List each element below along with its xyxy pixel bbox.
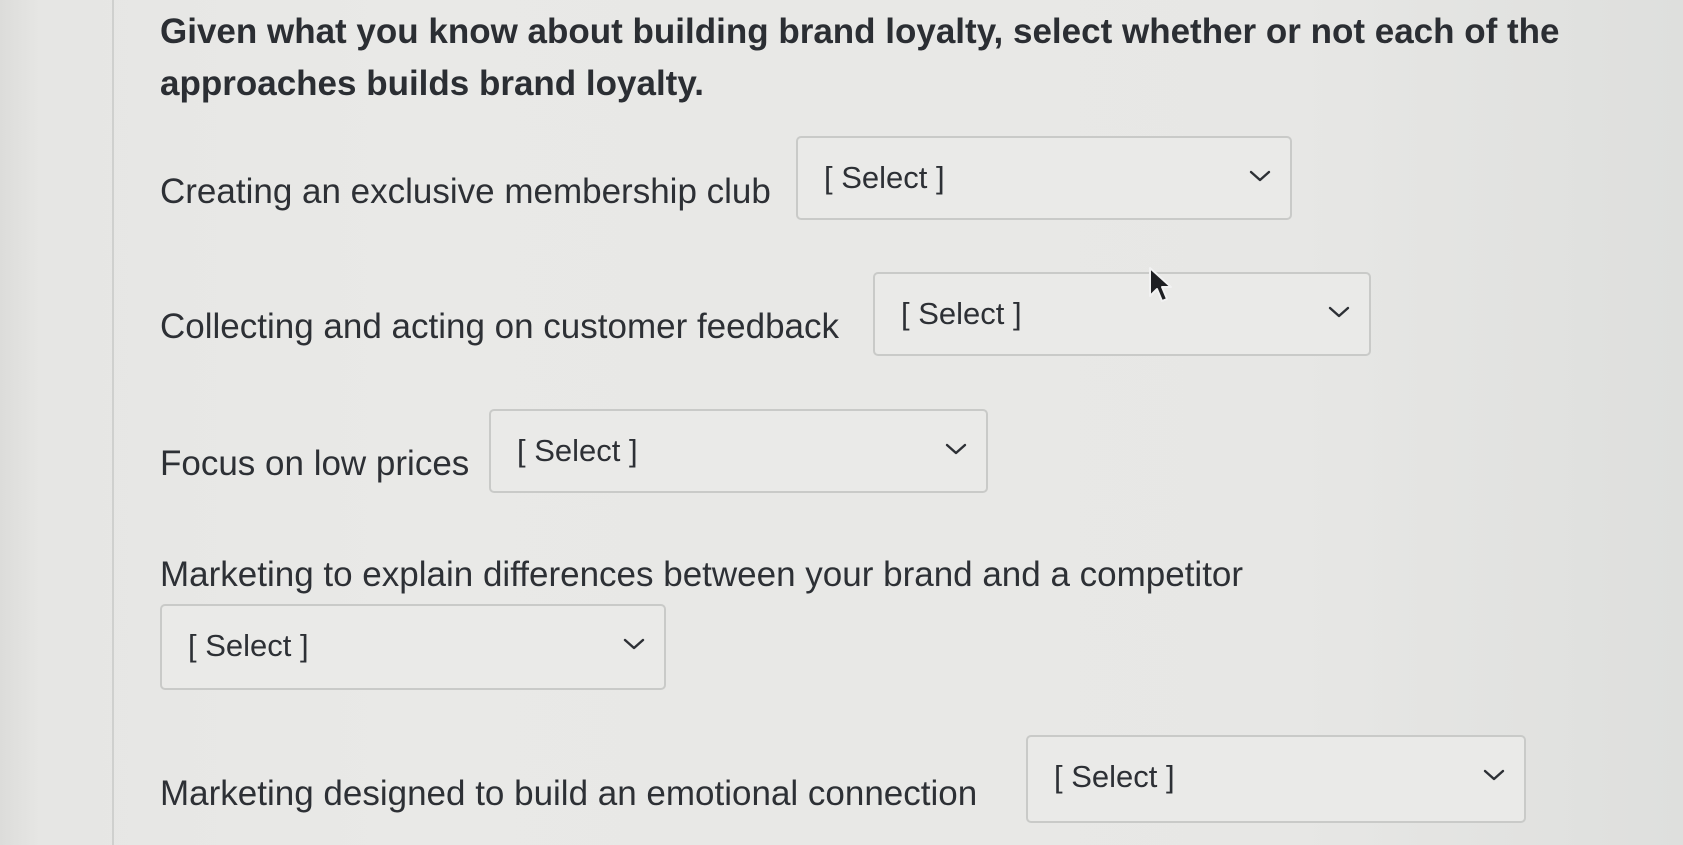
select-value: [ Select ]	[1054, 759, 1175, 794]
content-divider	[112, 0, 114, 845]
select-low-prices[interactable]: [ Select ]	[489, 409, 988, 493]
select-value: [ Select ]	[188, 628, 309, 663]
chevron-down-icon	[623, 638, 645, 650]
row-label-emotional-connection: Marketing designed to build an emotional…	[160, 774, 978, 813]
select-membership-club[interactable]: [ Select ]	[796, 136, 1292, 220]
question-text: Given what you know about building brand…	[160, 12, 1560, 103]
mouse-pointer-icon	[1149, 267, 1172, 302]
chevron-down-icon	[945, 443, 967, 455]
row-label-customer-feedback: Collecting and acting on customer feedba…	[160, 307, 840, 346]
select-differences-competitor[interactable]: [ Select ]	[160, 604, 666, 690]
select-value: [ Select ]	[517, 433, 638, 468]
chevron-down-icon	[1249, 170, 1271, 182]
row-label-low-prices: Focus on low prices	[160, 444, 470, 483]
select-value: [ Select ]	[901, 296, 1022, 331]
select-customer-feedback[interactable]: [ Select ]	[873, 272, 1371, 356]
chevron-down-icon	[1483, 769, 1505, 781]
quiz-page: Given what you know about building brand…	[0, 0, 1683, 845]
row-label-membership-club: Creating an exclusive membership club	[160, 172, 771, 211]
row-label-differences-competitor: Marketing to explain differences between…	[160, 555, 1244, 594]
select-emotional-connection[interactable]: [ Select ]	[1026, 735, 1526, 823]
select-value: [ Select ]	[824, 160, 945, 195]
chevron-down-icon	[1328, 306, 1350, 318]
